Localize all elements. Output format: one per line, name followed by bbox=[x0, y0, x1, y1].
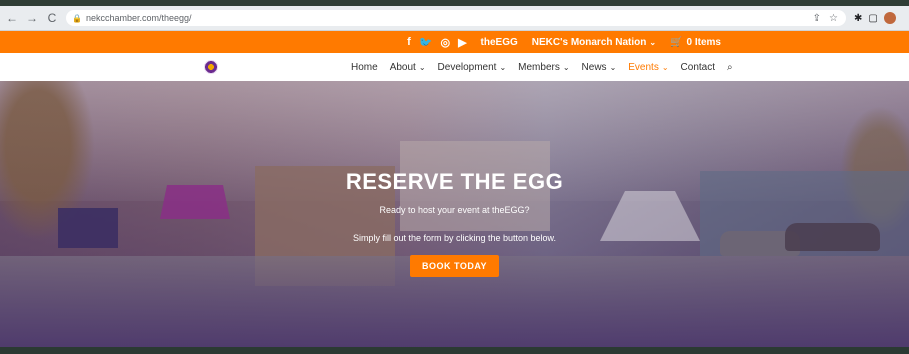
main-nav: Home About ⌄ Development ⌄ Members ⌄ News ⌄ … bbox=[0, 53, 909, 81]
hero-title: RESERVE THE EGG bbox=[345, 169, 564, 194]
page-bottom-strip bbox=[0, 347, 909, 354]
address-url[interactable]: nekcchamber.com/theegg/ bbox=[86, 13, 192, 23]
chevron-down-icon: ⌄ bbox=[649, 37, 657, 47]
cart-link[interactable]: 🛒 0 Items bbox=[670, 37, 721, 48]
nav-item-events[interactable]: Events ⌄ bbox=[628, 62, 668, 73]
nav-item-home[interactable]: Home bbox=[351, 62, 378, 73]
nav-item-events-label: Events bbox=[628, 61, 659, 73]
nav-item-members-label: Members bbox=[518, 61, 560, 73]
omnibox-actions: ⇪ ☆ bbox=[813, 13, 846, 24]
hero-subtitle: Ready to host your event at theEGG? bbox=[379, 205, 530, 215]
nav-item-development[interactable]: Development ⌄ bbox=[438, 62, 507, 73]
chevron-down-icon: ⌄ bbox=[418, 62, 426, 72]
chevron-down-icon: ⌄ bbox=[661, 62, 669, 72]
logo[interactable] bbox=[204, 60, 218, 74]
top-link-monarch-label: NEKC's Monarch Nation bbox=[531, 36, 647, 48]
facebook-icon[interactable]: f bbox=[407, 36, 411, 48]
reload-icon[interactable]: C bbox=[44, 10, 60, 26]
browser-toolbar: ← → C 🔒 nekcchamber.com/theegg/ ⇪ ☆ ✱ ▢ bbox=[0, 6, 909, 31]
side-panel-icon[interactable]: ▢ bbox=[868, 13, 877, 24]
hero-section: RESERVE THE EGG Ready to host your event… bbox=[0, 81, 909, 347]
lock-icon: 🔒 bbox=[72, 13, 82, 23]
forward-icon[interactable]: → bbox=[24, 10, 40, 26]
hero-instruction: Simply fill out the form by clicking the… bbox=[352, 233, 557, 243]
nav-menu: Home About ⌄ Development ⌄ Members ⌄ News ⌄ … bbox=[351, 53, 733, 81]
nav-item-news[interactable]: News ⌄ bbox=[582, 62, 617, 73]
twitter-icon[interactable]: 🐦 bbox=[419, 36, 433, 49]
profile-avatar[interactable] bbox=[883, 12, 896, 24]
back-icon[interactable]: ← bbox=[4, 10, 20, 26]
cart-label: 0 Items bbox=[686, 36, 721, 48]
top-link-theegg[interactable]: theEGG bbox=[481, 37, 518, 48]
top-link-monarch-nation[interactable]: NEKC's Monarch Nation ⌄ bbox=[532, 37, 656, 48]
nav-item-development-label: Development bbox=[437, 61, 497, 73]
nav-item-contact[interactable]: Contact bbox=[681, 62, 715, 73]
youtube-icon[interactable]: ▶ bbox=[458, 36, 466, 49]
instagram-icon[interactable]: ◎ bbox=[440, 36, 450, 49]
top-bar: f 🐦 ◎ ▶ theEGG NEKC's Monarch Nation ⌄ 🛒 … bbox=[0, 31, 909, 53]
bookmark-star-icon[interactable]: ☆ bbox=[829, 13, 838, 24]
extensions-area: ✱ ▢ bbox=[854, 12, 896, 24]
chevron-down-icon: ⌄ bbox=[609, 62, 617, 72]
nav-item-about-label: About bbox=[389, 61, 416, 73]
nav-item-about[interactable]: About ⌄ bbox=[390, 62, 426, 73]
nav-item-members[interactable]: Members ⌄ bbox=[518, 62, 569, 73]
cart-icon: 🛒 bbox=[670, 36, 683, 48]
share-icon[interactable]: ⇪ bbox=[813, 13, 821, 24]
extensions-icon[interactable]: ✱ bbox=[854, 13, 862, 24]
chevron-down-icon: ⌄ bbox=[562, 62, 570, 72]
book-today-button[interactable]: BOOK TODAY bbox=[409, 255, 499, 277]
chevron-down-icon: ⌄ bbox=[499, 62, 507, 72]
hero-content: RESERVE THE EGG Ready to host your event… bbox=[0, 81, 909, 347]
address-bar[interactable]: 🔒 nekcchamber.com/theegg/ ⇪ ☆ bbox=[66, 10, 846, 26]
search-icon[interactable]: ⌕ bbox=[727, 62, 733, 73]
social-links: f 🐦 ◎ ▶ bbox=[407, 36, 466, 49]
nav-item-news-label: News bbox=[581, 61, 607, 73]
